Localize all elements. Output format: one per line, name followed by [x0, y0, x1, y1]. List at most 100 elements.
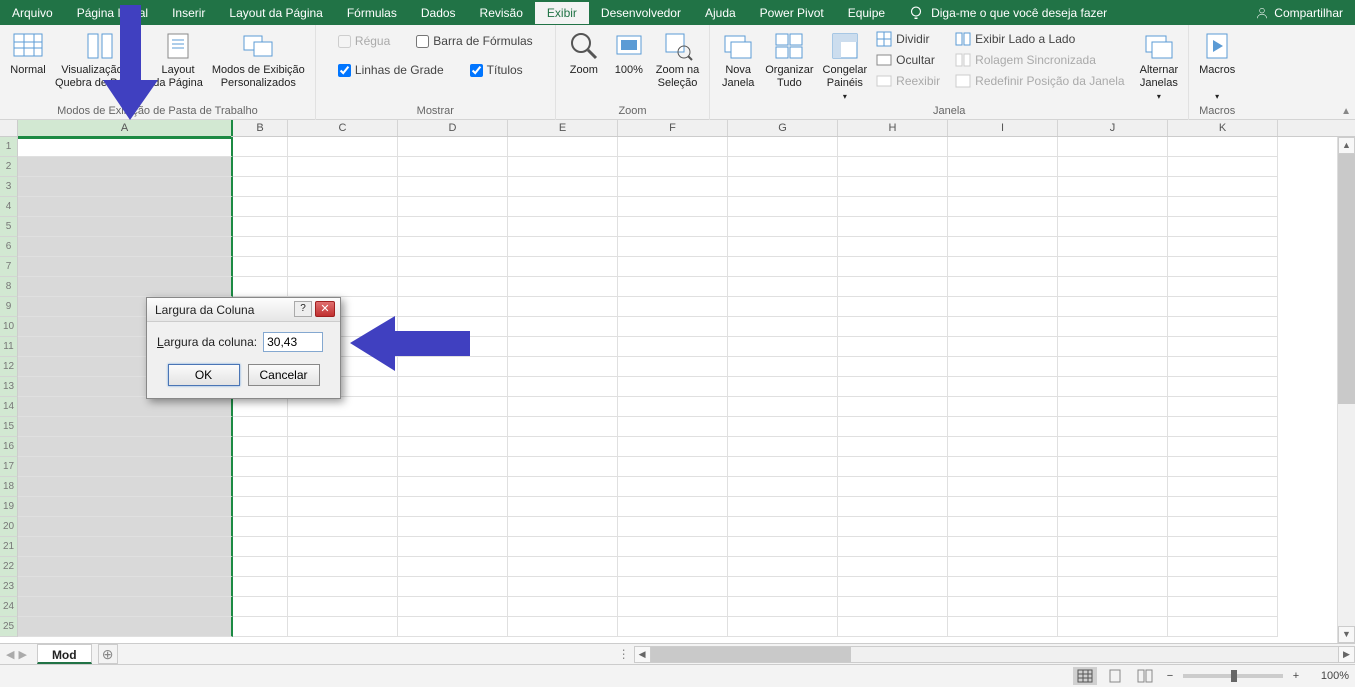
cell[interactable] — [508, 177, 618, 197]
row-header-5[interactable]: 5 — [0, 217, 18, 237]
cell[interactable] — [618, 437, 728, 457]
cell[interactable] — [618, 197, 728, 217]
horizontal-scroll-thumb[interactable] — [651, 647, 851, 662]
cell[interactable] — [288, 217, 398, 237]
cell[interactable] — [1058, 197, 1168, 217]
row-header-3[interactable]: 3 — [0, 177, 18, 197]
cell[interactable] — [18, 137, 233, 157]
cell[interactable] — [948, 597, 1058, 617]
cell[interactable] — [508, 497, 618, 517]
row-header-21[interactable]: 21 — [0, 537, 18, 557]
new-window-button[interactable]: Nova Janela — [716, 28, 760, 92]
cell[interactable] — [728, 517, 838, 537]
split-button[interactable]: Dividir — [872, 30, 944, 48]
cell[interactable] — [398, 397, 508, 417]
cell[interactable] — [1058, 597, 1168, 617]
cell[interactable] — [948, 437, 1058, 457]
cell[interactable] — [1168, 477, 1278, 497]
cell[interactable] — [398, 417, 508, 437]
cell[interactable] — [508, 617, 618, 637]
cell[interactable] — [618, 337, 728, 357]
cell[interactable] — [1168, 577, 1278, 597]
cell[interactable] — [398, 517, 508, 537]
cell[interactable] — [948, 497, 1058, 517]
menu-tab-equipe[interactable]: Equipe — [836, 2, 897, 24]
cell[interactable] — [233, 257, 288, 277]
cell[interactable] — [728, 237, 838, 257]
cell[interactable] — [233, 217, 288, 237]
menu-tab-desenvolvedor[interactable]: Desenvolvedor — [589, 2, 693, 24]
cell[interactable] — [728, 377, 838, 397]
cell[interactable] — [838, 357, 948, 377]
menu-tab-inserir[interactable]: Inserir — [160, 2, 217, 24]
cell[interactable] — [1058, 277, 1168, 297]
cell[interactable] — [838, 537, 948, 557]
cell[interactable] — [1168, 597, 1278, 617]
cell[interactable] — [838, 177, 948, 197]
cell[interactable] — [288, 617, 398, 637]
column-header-A[interactable]: A — [18, 120, 233, 136]
menu-tab-revis-o[interactable]: Revisão — [468, 2, 535, 24]
cell[interactable] — [948, 177, 1058, 197]
cell[interactable] — [728, 597, 838, 617]
cell[interactable] — [1168, 437, 1278, 457]
row-header-2[interactable]: 2 — [0, 157, 18, 177]
cell[interactable] — [18, 157, 233, 177]
cell[interactable] — [728, 197, 838, 217]
cell[interactable] — [18, 197, 233, 217]
sheet-nav-prev[interactable]: ◀ — [6, 648, 14, 661]
cell[interactable] — [508, 437, 618, 457]
zoom-out-button[interactable]: − — [1163, 670, 1177, 682]
cell[interactable] — [288, 277, 398, 297]
scroll-up-button[interactable]: ▲ — [1338, 137, 1355, 154]
hide-button[interactable]: Ocultar — [872, 51, 944, 69]
cell[interactable] — [948, 297, 1058, 317]
cell[interactable] — [1168, 457, 1278, 477]
cell[interactable] — [398, 177, 508, 197]
cell[interactable] — [1168, 517, 1278, 537]
cell[interactable] — [1058, 377, 1168, 397]
cell[interactable] — [508, 557, 618, 577]
row-header-12[interactable]: 12 — [0, 357, 18, 377]
cell[interactable] — [398, 577, 508, 597]
cell[interactable] — [838, 497, 948, 517]
cell[interactable] — [233, 137, 288, 157]
cell[interactable] — [508, 357, 618, 377]
cell[interactable] — [18, 397, 233, 417]
column-header-I[interactable]: I — [948, 120, 1058, 136]
page-layout-status-button[interactable] — [1103, 667, 1127, 685]
cell[interactable] — [1168, 377, 1278, 397]
cancel-button[interactable]: Cancelar — [248, 364, 320, 386]
cell[interactable] — [18, 277, 233, 297]
cell[interactable] — [948, 317, 1058, 337]
cell[interactable] — [18, 477, 233, 497]
cell[interactable] — [1168, 417, 1278, 437]
cell[interactable] — [728, 617, 838, 637]
cell[interactable] — [288, 437, 398, 457]
cell[interactable] — [948, 477, 1058, 497]
cell[interactable] — [838, 477, 948, 497]
cell[interactable] — [948, 157, 1058, 177]
cell[interactable] — [618, 537, 728, 557]
cell[interactable] — [18, 557, 233, 577]
cell[interactable] — [728, 337, 838, 357]
cell[interactable] — [18, 617, 233, 637]
dialog-close-button[interactable]: ✕ — [315, 301, 335, 317]
cell[interactable] — [233, 397, 288, 417]
menu-tab-arquivo[interactable]: Arquivo — [0, 2, 65, 24]
zoom-percentage[interactable]: 100% — [1309, 670, 1349, 682]
cell[interactable] — [618, 157, 728, 177]
cell[interactable] — [948, 257, 1058, 277]
cell[interactable] — [1058, 617, 1168, 637]
row-header-20[interactable]: 20 — [0, 517, 18, 537]
cell[interactable] — [838, 317, 948, 337]
cell[interactable] — [618, 217, 728, 237]
cell[interactable] — [618, 317, 728, 337]
cell[interactable] — [398, 317, 508, 337]
cell[interactable] — [1058, 457, 1168, 477]
cell[interactable] — [18, 517, 233, 537]
cell[interactable] — [618, 277, 728, 297]
cell[interactable] — [508, 157, 618, 177]
normal-view-button[interactable]: Normal — [6, 28, 50, 79]
cell[interactable] — [618, 497, 728, 517]
